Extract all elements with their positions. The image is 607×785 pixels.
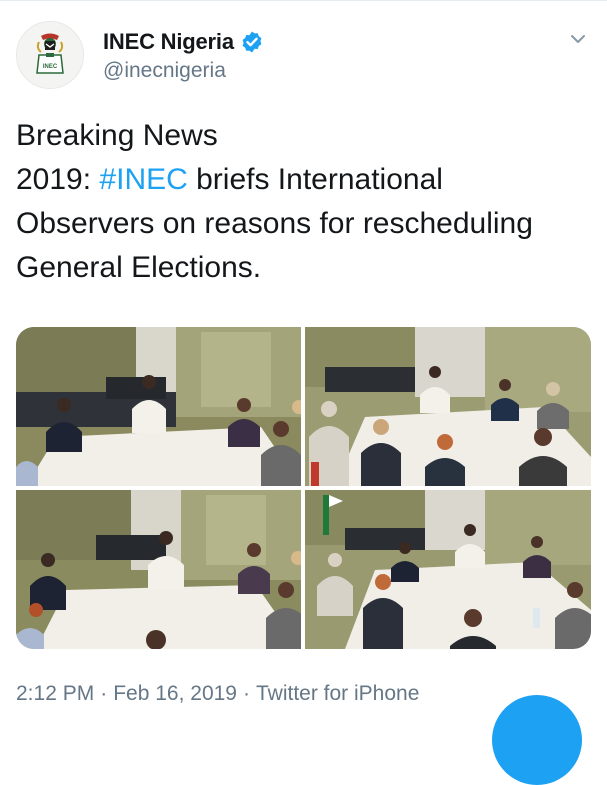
media-photo-2[interactable] (305, 327, 591, 486)
name-row: INEC Nigeria (103, 28, 264, 56)
verified-badge-icon (240, 30, 264, 54)
tweet-line-3: Observers on reasons for rescheduling (16, 207, 533, 240)
media-photo-1[interactable] (16, 327, 301, 486)
tweet-time[interactable]: 2:12 PM (16, 682, 94, 705)
media-photo-4[interactable] (305, 490, 591, 649)
tweet-date[interactable]: Feb 16, 2019 (113, 682, 237, 705)
display-name[interactable]: INEC Nigeria (103, 29, 234, 55)
inec-logo-icon: INEC (17, 22, 83, 88)
chevron-down-icon[interactable] (567, 28, 589, 50)
media-grid (16, 327, 591, 649)
tweet-text: Breaking News 2019: #INEC briefs Interna… (16, 114, 596, 290)
tweet-line-4: General Elections. (16, 251, 262, 284)
meta-separator: · (100, 682, 108, 705)
meta-separator: · (242, 682, 250, 705)
tweet-meta: 2:12 PM · Feb 16, 2019 · Twitter for iPhone (16, 682, 419, 706)
media-photo-3[interactable] (16, 490, 301, 649)
handle[interactable]: @inecnigeria (103, 59, 226, 83)
hashtag-link[interactable]: #INEC (99, 163, 187, 196)
tweet-line-2-suffix: briefs International (187, 163, 443, 196)
tweet-source[interactable]: Twitter for iPhone (256, 682, 419, 705)
tweet-line-1: Breaking News (16, 119, 218, 152)
avatar-logo-text: INEC (43, 64, 58, 70)
compose-fab-icon[interactable] (492, 695, 582, 785)
tweet-line-2: 2019: #INEC briefs International (16, 158, 596, 202)
avatar[interactable]: INEC (16, 21, 84, 89)
tweet-line-2-prefix: 2019: (16, 163, 100, 196)
tweet-header: INEC INEC Nigeria @inecnigeria (0, 0, 607, 100)
